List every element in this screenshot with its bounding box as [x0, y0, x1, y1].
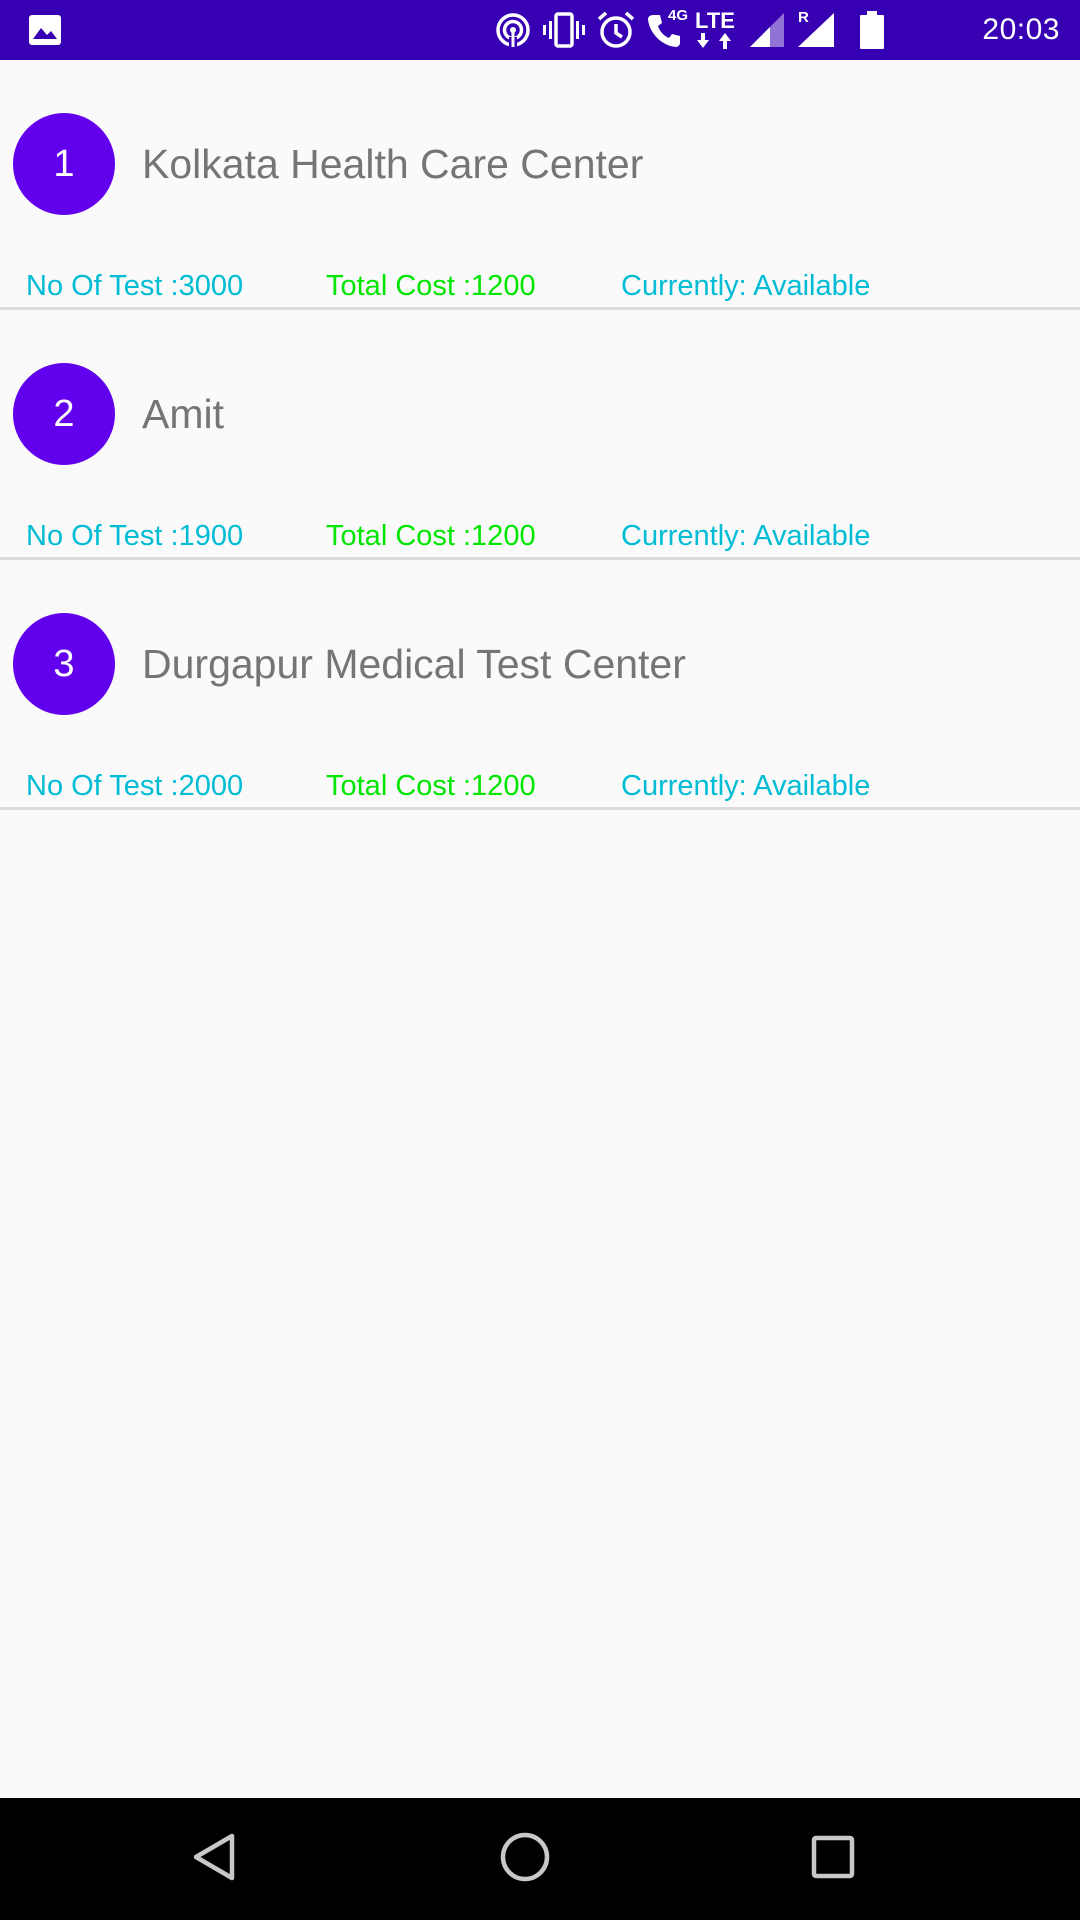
list-item[interactable]: 3 Durgapur Medical Test Center No Of Tes… [0, 560, 1080, 810]
center-name: Kolkata Health Care Center [142, 141, 644, 187]
status-time: 20:03 [982, 13, 1060, 46]
total-cost: Total Cost :1200 [326, 520, 536, 552]
test-count: No Of Test :1900 [26, 520, 244, 552]
index-avatar: 3 [13, 613, 115, 715]
status-icons: 4G LTE R [494, 7, 884, 52]
navigation-bar [0, 1798, 1080, 1920]
recents-button[interactable] [773, 1798, 893, 1920]
center-name: Amit [142, 391, 224, 437]
recents-icon [810, 1834, 856, 1885]
total-cost: Total Cost :1200 [326, 270, 536, 302]
roaming-label: R [798, 9, 809, 26]
lte-label: LTE [695, 8, 735, 33]
availability-status: Currently: Available [621, 520, 871, 552]
vibrate-icon [542, 11, 586, 49]
availability-status: Currently: Available [621, 270, 871, 302]
network-small-label: 4G [668, 7, 689, 24]
center-name: Durgapur Medical Test Center [142, 641, 686, 687]
availability-status: Currently: Available [621, 770, 871, 802]
home-icon [499, 1831, 551, 1888]
center-list: 1 Kolkata Health Care Center No Of Test … [0, 60, 1080, 810]
wifi-calling-icon: 4G [646, 7, 688, 49]
list-item[interactable]: 2 Amit No Of Test :1900 Total Cost :1200… [0, 310, 1080, 560]
list-item[interactable]: 1 Kolkata Health Care Center No Of Test … [0, 60, 1080, 310]
index-avatar: 2 [13, 363, 115, 465]
total-cost: Total Cost :1200 [326, 770, 536, 802]
home-button[interactable] [465, 1798, 585, 1920]
status-bar: 4G LTE R 20:03 [0, 0, 1080, 60]
image-notification-icon [28, 14, 62, 46]
back-button[interactable] [155, 1798, 275, 1920]
roaming-signal-icon: R [796, 9, 836, 49]
index-avatar: 1 [13, 113, 115, 215]
lte-icon: LTE [692, 10, 738, 50]
back-icon [190, 1832, 240, 1887]
test-count: No Of Test :3000 [26, 270, 244, 302]
battery-icon [860, 11, 884, 49]
alarm-icon [596, 10, 636, 50]
test-count: No Of Test :2000 [26, 770, 244, 802]
hotspot-icon [494, 11, 532, 49]
signal-icon [748, 11, 786, 49]
